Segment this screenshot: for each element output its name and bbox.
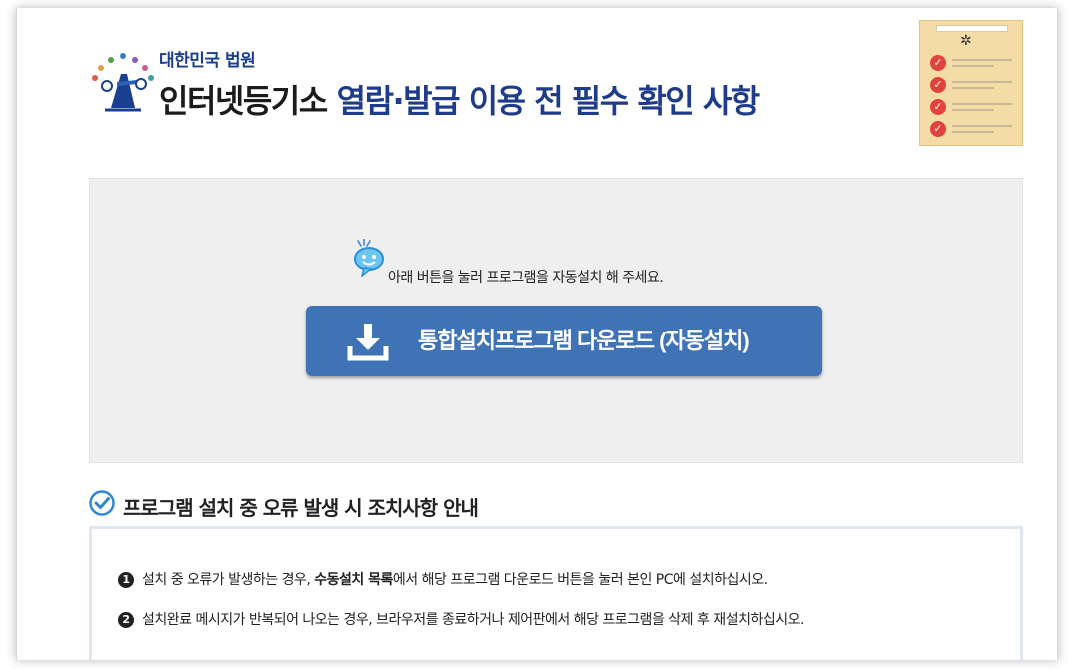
manual-install-link-text: 수동설치 목록 <box>314 572 393 588</box>
install-instruction: 아래 버튼을 눌러 프로그램을 자동설치 해 주세요. <box>388 270 664 286</box>
check-circle-icon <box>89 490 115 516</box>
number-badge: 2 <box>118 612 134 628</box>
checklist-row: ✓ <box>930 77 1014 93</box>
download-icon <box>347 324 389 361</box>
checklist-row: ✓ <box>930 99 1014 115</box>
clipboard-clip <box>936 25 1008 32</box>
download-installer-button[interactable]: 통합설치프로그램 다운로드 (자동설치) <box>306 306 822 376</box>
install-panel: 아래 버튼을 눌러 프로그램을 자동설치 해 주세요. 통합설치프로그램 다운로… <box>89 178 1023 463</box>
guide-item: 2 설치완료 메시지가 반복되어 나오는 경우, 브라우저를 종료하거나 제어판에… <box>118 609 804 629</box>
tree-icon: ✲ <box>960 33 972 49</box>
error-guide-title: 프로그램 설치 중 오류 발생 시 조치사항 안내 <box>123 496 479 520</box>
checklist-icon: ✲ ✓ ✓ ✓ ✓ <box>919 20 1023 146</box>
checklist-row: ✓ <box>930 55 1014 71</box>
download-button-label: 통합설치프로그램 다운로드 (자동설치) <box>418 328 750 353</box>
page-title: 인터넷등기소 열람·발급 이용 전 필수 확인 사항 <box>159 76 761 122</box>
number-badge: 1 <box>118 572 134 588</box>
guide-item-text: 설치 중 오류가 발생하는 경우, <box>142 572 311 588</box>
error-guide-box: 1 설치 중 오류가 발생하는 경우, 수동설치 목록에서 해당 프로그램 다운로… <box>89 526 1023 660</box>
guide-item-text: 에서 해당 프로그램 다운로드 버튼을 눌러 본인 PC에 설치하십시오. <box>392 572 768 588</box>
speech-bubble-icon <box>354 239 384 277</box>
guide-item: 1 설치 중 오류가 발생하는 경우, 수동설치 목록에서 해당 프로그램 다운로… <box>118 569 768 589</box>
court-name: 대한민국 법원 <box>159 51 256 71</box>
page-title-service: 인터넷등기소 <box>159 82 328 120</box>
guide-item-text: 설치완료 메시지가 반복되어 나오는 경우, 브라우저를 종료하거나 제어판에서… <box>142 612 804 628</box>
court-logo-icon <box>92 53 154 112</box>
page-frame: 대한민국 법원 인터넷등기소 열람·발급 이용 전 필수 확인 사항 ✲ ✓ ✓ … <box>16 8 1058 660</box>
page-title-subject: 열람·발급 이용 전 필수 확인 사항 <box>336 82 761 120</box>
checklist-row: ✓ <box>930 121 1014 137</box>
